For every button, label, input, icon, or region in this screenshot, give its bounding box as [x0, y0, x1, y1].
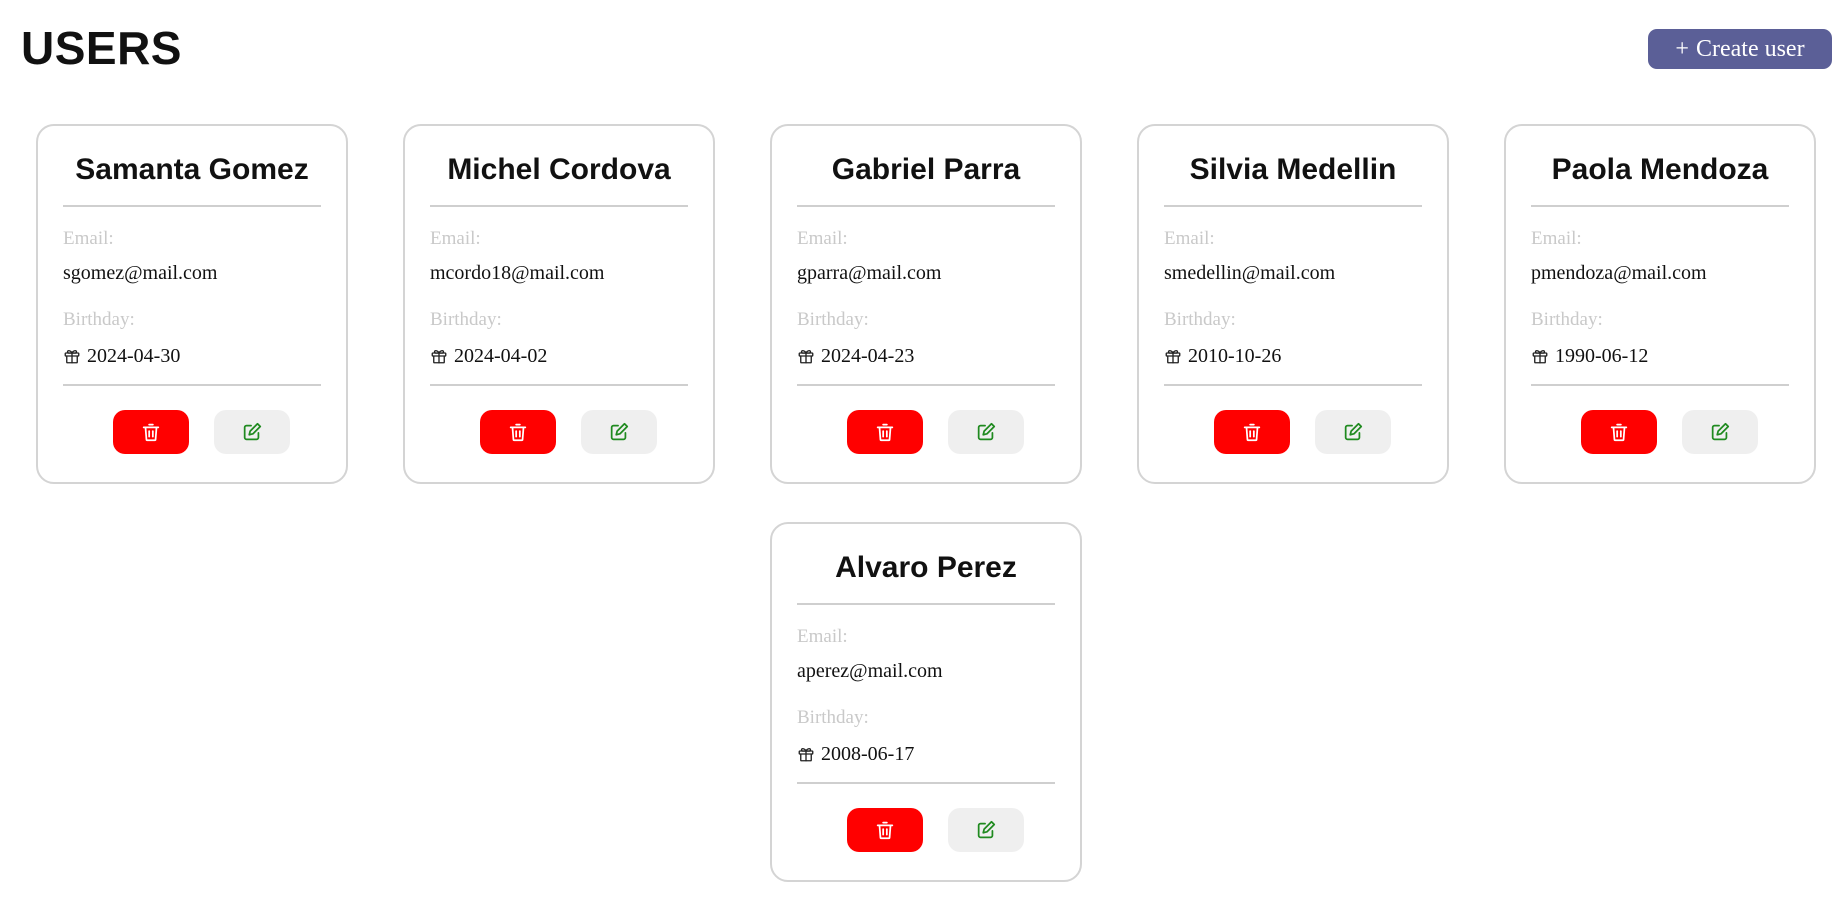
trash-icon	[1608, 421, 1630, 443]
edit-icon	[975, 819, 997, 841]
edit-user-button[interactable]	[213, 410, 290, 454]
user-name: Silvia Medellin	[1164, 126, 1422, 207]
delete-user-button[interactable]	[1580, 410, 1657, 454]
user-birthday: 2024-04-02	[454, 345, 548, 367]
edit-icon	[1709, 421, 1731, 443]
email-label: Email:	[1531, 228, 1582, 249]
edit-icon	[975, 421, 997, 443]
card-divider	[797, 782, 1055, 784]
card-divider	[430, 384, 688, 386]
edit-user-button[interactable]	[1314, 410, 1391, 454]
edit-user-button[interactable]	[947, 808, 1024, 852]
user-card-grid: Samanta Gomez Email: sgomez@mail.com Bir…	[36, 124, 1816, 882]
edit-icon	[241, 421, 263, 443]
user-name: Alvaro Perez	[797, 524, 1055, 605]
trash-icon	[874, 421, 896, 443]
user-name: Gabriel Parra	[797, 126, 1055, 207]
email-label: Email:	[797, 228, 848, 249]
delete-user-button[interactable]	[846, 808, 923, 852]
card-actions	[797, 808, 1055, 852]
user-birthday: 1990-06-12	[1555, 345, 1649, 367]
user-email: pmendoza@mail.com	[1531, 262, 1707, 284]
trash-icon	[874, 819, 896, 841]
birthday-row: 2008-06-17	[797, 742, 1055, 766]
edit-icon	[1342, 421, 1364, 443]
user-card: Alvaro Perez Email: aperez@mail.com Birt…	[770, 522, 1082, 882]
card-actions	[1531, 410, 1789, 454]
user-birthday: 2010-10-26	[1188, 345, 1282, 367]
birthday-label: Birthday:	[797, 309, 869, 330]
birthday-label: Birthday:	[63, 309, 135, 330]
birthday-row: 2024-04-30	[63, 344, 321, 368]
create-user-label: Create user	[1695, 35, 1805, 62]
gift-icon	[63, 347, 81, 365]
user-email: aperez@mail.com	[797, 660, 943, 682]
delete-user-button[interactable]	[112, 410, 189, 454]
birthday-label: Birthday:	[1531, 309, 1603, 330]
user-card: Michel Cordova Email: mcordo18@mail.com …	[403, 124, 715, 484]
birthday-label: Birthday:	[430, 309, 502, 330]
birthday-row: 2024-04-02	[430, 344, 688, 368]
trash-icon	[1241, 421, 1263, 443]
email-label: Email:	[1164, 228, 1215, 249]
birthday-row: 2010-10-26	[1164, 344, 1422, 368]
user-name: Samanta Gomez	[63, 126, 321, 207]
email-label: Email:	[63, 228, 114, 249]
user-card: Paola Mendoza Email: pmendoza@mail.com B…	[1504, 124, 1816, 484]
create-user-button[interactable]: + Create user	[1648, 29, 1832, 69]
user-name: Michel Cordova	[430, 126, 688, 207]
user-email: sgomez@mail.com	[63, 262, 218, 284]
card-divider	[63, 384, 321, 386]
user-birthday: 2024-04-30	[87, 345, 181, 367]
user-birthday: 2008-06-17	[821, 743, 915, 765]
card-divider	[797, 384, 1055, 386]
user-email: mcordo18@mail.com	[430, 262, 605, 284]
edit-user-button[interactable]	[947, 410, 1024, 454]
gift-icon	[430, 347, 448, 365]
delete-user-button[interactable]	[1213, 410, 1290, 454]
user-card: Samanta Gomez Email: sgomez@mail.com Bir…	[36, 124, 348, 484]
user-birthday: 2024-04-23	[821, 345, 915, 367]
card-divider	[1531, 384, 1789, 386]
page-title: USERS	[21, 22, 182, 74]
card-actions	[63, 410, 321, 454]
card-actions	[430, 410, 688, 454]
delete-user-button[interactable]	[479, 410, 556, 454]
card-actions	[1164, 410, 1422, 454]
birthday-label: Birthday:	[797, 707, 869, 728]
gift-icon	[1164, 347, 1182, 365]
user-email: smedellin@mail.com	[1164, 262, 1336, 284]
card-divider	[1164, 384, 1422, 386]
user-email: gparra@mail.com	[797, 262, 942, 284]
gift-icon	[1531, 347, 1549, 365]
birthday-label: Birthday:	[1164, 309, 1236, 330]
trash-icon	[507, 421, 529, 443]
birthday-row: 1990-06-12	[1531, 344, 1789, 368]
edit-user-button[interactable]	[580, 410, 657, 454]
email-label: Email:	[430, 228, 481, 249]
plus-icon: +	[1675, 35, 1689, 62]
edit-icon	[608, 421, 630, 443]
page-header: USERS + Create user	[0, 0, 1848, 100]
user-name: Paola Mendoza	[1531, 126, 1789, 207]
edit-user-button[interactable]	[1681, 410, 1758, 454]
email-label: Email:	[797, 626, 848, 647]
trash-icon	[140, 421, 162, 443]
card-actions	[797, 410, 1055, 454]
gift-icon	[797, 347, 815, 365]
delete-user-button[interactable]	[846, 410, 923, 454]
user-card: Gabriel Parra Email: gparra@mail.com Bir…	[770, 124, 1082, 484]
user-card: Silvia Medellin Email: smedellin@mail.co…	[1137, 124, 1449, 484]
gift-icon	[797, 745, 815, 763]
birthday-row: 2024-04-23	[797, 344, 1055, 368]
